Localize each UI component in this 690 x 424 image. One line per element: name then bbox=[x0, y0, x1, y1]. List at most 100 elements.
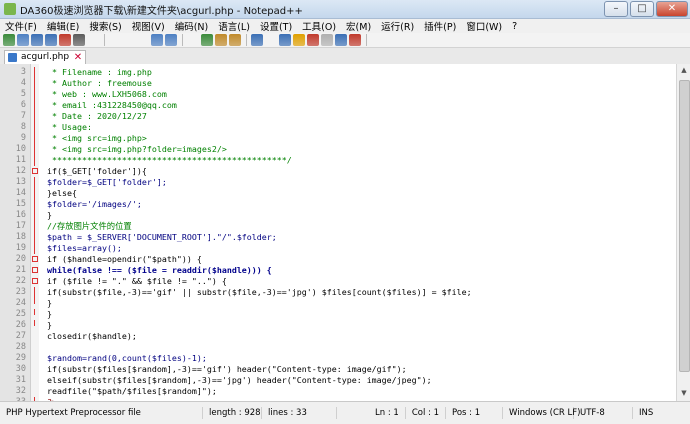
tab-close-icon[interactable]: ✕ bbox=[74, 51, 82, 64]
code-line[interactable]: 15 $folder='/images/'; bbox=[0, 199, 676, 210]
code-line[interactable]: 21 while(false !== ($file = readdir($hand… bbox=[0, 265, 676, 276]
menu-bar: 文件(F) 编辑(E) 搜索(S) 视图(V) 编码(N) 语言(L) 设置(T) 工具(O)… bbox=[0, 19, 690, 33]
run-macro-icon[interactable] bbox=[413, 34, 425, 46]
code-text: if(substr($files[$random],-3)=='gif') he… bbox=[47, 364, 407, 374]
code-line[interactable]: 11 *************************************… bbox=[0, 155, 676, 166]
code-line[interactable]: 12 if($_GET['folder']){ bbox=[0, 166, 676, 177]
code-line[interactable]: 23 if(substr($file,-3)=='gif' || substr($… bbox=[0, 287, 676, 298]
stop-macro-icon[interactable] bbox=[385, 34, 397, 46]
menu-item[interactable]: ? bbox=[507, 21, 522, 32]
wrap-icon[interactable] bbox=[265, 34, 277, 46]
code-line[interactable]: 19 $files=array(); bbox=[0, 243, 676, 254]
menu-item[interactable]: 运行(R) bbox=[376, 19, 419, 33]
fold-toggle-icon[interactable] bbox=[32, 256, 38, 262]
code-line[interactable]: 16} bbox=[0, 210, 676, 221]
code-editor[interactable]: 3 * Filename : img.php 4 * Author : freem… bbox=[0, 64, 676, 401]
menu-item[interactable]: 视图(V) bbox=[127, 19, 170, 33]
fold-line bbox=[34, 298, 35, 304]
code-text: while(false !== ($file = readdir($handle… bbox=[47, 265, 272, 275]
scroll-down-icon[interactable]: ▼ bbox=[679, 389, 689, 399]
code-line[interactable]: 13 $folder=$_GET['folder']; bbox=[0, 177, 676, 188]
code-line[interactable]: 8 * Usage: bbox=[0, 122, 676, 133]
code-line[interactable]: 4 * Author : freemouse bbox=[0, 78, 676, 89]
maximize-button[interactable]: □ bbox=[630, 1, 654, 17]
code-line[interactable]: 10 * <img src=img.php?folder=images2/> bbox=[0, 144, 676, 155]
new-file-icon[interactable] bbox=[3, 34, 15, 46]
minimize-button[interactable]: – bbox=[604, 1, 628, 17]
show-all-icon[interactable] bbox=[279, 34, 291, 46]
print-icon[interactable] bbox=[87, 34, 99, 46]
save-all-icon[interactable] bbox=[45, 34, 57, 46]
notepadpp-icon bbox=[4, 3, 16, 15]
play-macro-icon[interactable] bbox=[399, 34, 411, 46]
code-line[interactable]: 27 closedir($handle); bbox=[0, 331, 676, 342]
code-line[interactable]: 30 if(substr($files[$random],-3)=='gif') … bbox=[0, 364, 676, 375]
fold-toggle-icon[interactable] bbox=[32, 168, 38, 174]
status-encoding[interactable]: UTF-8 bbox=[574, 407, 633, 419]
tab-acgurl-php[interactable]: acgurl.php ✕ bbox=[4, 50, 87, 64]
code-line[interactable]: 6 * email :431228450@qq.com bbox=[0, 100, 676, 111]
open-file-icon[interactable] bbox=[17, 34, 29, 46]
code-line[interactable]: 17 //存放图片文件的位置 bbox=[0, 221, 676, 232]
undo-icon[interactable] bbox=[151, 34, 163, 46]
code-line[interactable]: 25} bbox=[0, 309, 676, 320]
fold-toggle-icon[interactable] bbox=[32, 278, 38, 284]
code-text: * Date : 2020/12/27 bbox=[47, 111, 147, 121]
status-eol[interactable]: Windows (CR LF) bbox=[503, 407, 580, 419]
fold-line bbox=[34, 320, 35, 326]
fold-toggle-icon[interactable] bbox=[32, 267, 38, 273]
copy-icon[interactable] bbox=[123, 34, 135, 46]
menu-item[interactable]: 插件(P) bbox=[419, 19, 461, 33]
vertical-scrollbar[interactable]: ▲ ▼ bbox=[676, 64, 690, 401]
save-macro-icon[interactable] bbox=[427, 34, 439, 46]
scrollbar-thumb[interactable] bbox=[679, 80, 690, 372]
lang-icon[interactable] bbox=[307, 34, 319, 46]
function-list-icon[interactable] bbox=[335, 34, 347, 46]
menu-item[interactable]: 编辑(E) bbox=[42, 19, 84, 33]
code-line[interactable]: 18 $path = $_SERVER['DOCUMENT_ROOT']."/".… bbox=[0, 232, 676, 243]
close-button[interactable]: ✕ bbox=[656, 1, 688, 17]
code-line[interactable]: 5 * web : www.LXH5068.com bbox=[0, 89, 676, 100]
code-line[interactable]: 20 if ($handle=opendir("$path")) { bbox=[0, 254, 676, 265]
redo-icon[interactable] bbox=[165, 34, 177, 46]
record-macro-icon[interactable] bbox=[371, 34, 383, 46]
menu-item[interactable]: 搜索(S) bbox=[84, 19, 126, 33]
menu-item[interactable]: 工具(O) bbox=[297, 19, 341, 33]
code-line[interactable]: 32 readfile("$path/$files[$random]"); bbox=[0, 386, 676, 397]
line-number: 22 bbox=[15, 276, 26, 286]
zoom-out-icon[interactable] bbox=[229, 34, 241, 46]
cut-icon[interactable] bbox=[109, 34, 121, 46]
paste-icon[interactable] bbox=[137, 34, 149, 46]
code-text: if ($handle=opendir("$path")) { bbox=[47, 254, 202, 264]
menu-item[interactable]: 窗口(W) bbox=[461, 19, 507, 33]
code-line[interactable]: 26} bbox=[0, 320, 676, 331]
code-line[interactable]: 7 * Date : 2020/12/27 bbox=[0, 111, 676, 122]
doc-map-icon[interactable] bbox=[321, 34, 333, 46]
code-text: * Author : freemouse bbox=[47, 78, 152, 88]
line-number: 14 bbox=[15, 188, 26, 198]
menu-item[interactable]: 宏(M) bbox=[341, 19, 376, 33]
code-line[interactable]: 24} bbox=[0, 298, 676, 309]
code-line[interactable]: 31 elseif(substr($files[$random],-3)=='jp… bbox=[0, 375, 676, 386]
scroll-up-icon[interactable]: ▲ bbox=[679, 66, 689, 76]
line-number: 27 bbox=[15, 331, 26, 341]
menu-item[interactable]: 编码(N) bbox=[170, 19, 214, 33]
code-line[interactable]: 22 if ($file != "." && $file != "..") { bbox=[0, 276, 676, 287]
indent-guide-icon[interactable] bbox=[293, 34, 305, 46]
code-line[interactable]: 9 * <img src=img.php> bbox=[0, 133, 676, 144]
find-icon[interactable] bbox=[187, 34, 199, 46]
menu-item[interactable]: 设置(T) bbox=[255, 19, 297, 33]
code-line[interactable]: 14}else{ bbox=[0, 188, 676, 199]
zoom-in-icon[interactable] bbox=[215, 34, 227, 46]
close-all-icon[interactable] bbox=[73, 34, 85, 46]
code-line[interactable]: 29 $random=rand(0,count($files)-1); bbox=[0, 353, 676, 364]
menu-item[interactable]: 文件(F) bbox=[0, 19, 42, 33]
save-icon[interactable] bbox=[31, 34, 43, 46]
code-line[interactable]: 28 bbox=[0, 342, 676, 353]
menu-item[interactable]: 语言(L) bbox=[213, 19, 255, 33]
folder-icon[interactable] bbox=[349, 34, 361, 46]
close-icon[interactable] bbox=[59, 34, 71, 46]
replace-icon[interactable] bbox=[201, 34, 213, 46]
code-line[interactable]: 3 * Filename : img.php bbox=[0, 67, 676, 78]
sync-scroll-icon[interactable] bbox=[251, 34, 263, 46]
